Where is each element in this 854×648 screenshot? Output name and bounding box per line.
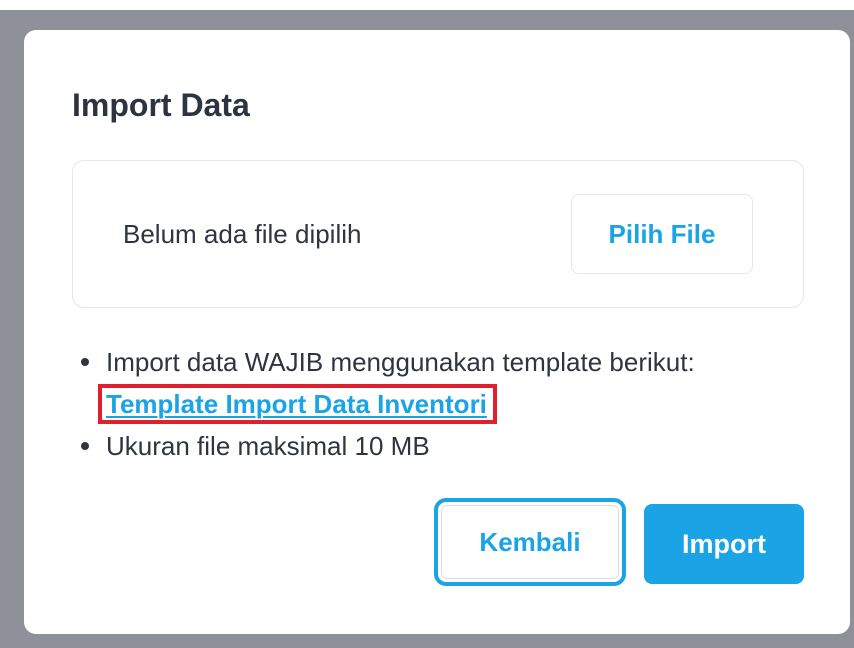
bullet-icon	[81, 358, 89, 366]
pick-file-button[interactable]: Pilih File	[571, 194, 753, 274]
file-picker-box: Belum ada file dipilih Pilih File	[72, 160, 804, 308]
modal-title: Import Data	[72, 87, 250, 123]
import-data-modal: Import Data Belum ada file dipilih Pilih…	[24, 30, 850, 634]
note-max-size-text: Ukuran file maksimal 10 MB	[106, 431, 430, 461]
template-link-highlight: Template Import Data Inventori	[98, 384, 497, 424]
note-item-template: Import data WAJIB menggunakan template b…	[74, 342, 695, 426]
template-link[interactable]: Template Import Data Inventori	[106, 389, 487, 419]
back-button-label: Kembali	[441, 505, 619, 579]
page-background-strip	[0, 0, 854, 10]
bullet-icon	[81, 442, 89, 450]
note-template-text: Import data WAJIB menggunakan template b…	[106, 347, 695, 377]
file-status-text: Belum ada file dipilih	[123, 219, 362, 249]
back-button[interactable]: Kembali	[434, 498, 626, 586]
note-item-max-size: Ukuran file maksimal 10 MB	[74, 426, 695, 466]
import-notes-list: Import data WAJIB menggunakan template b…	[74, 342, 695, 466]
import-button[interactable]: Import	[644, 504, 804, 584]
